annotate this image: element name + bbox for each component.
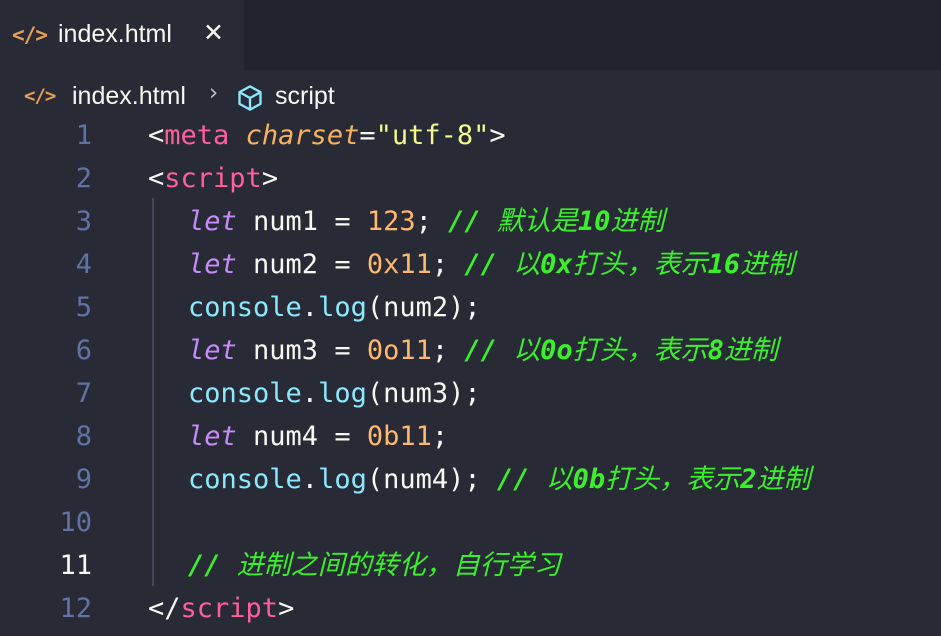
code-text[interactable]: let num1 = 123; // 默认是10进制 <box>188 204 664 240</box>
line-number: 4 <box>75 249 92 280</box>
code-text[interactable]: // 进制之间的转化，自行学习 <box>188 548 561 584</box>
html-file-icon: </> <box>24 85 56 107</box>
code-text[interactable]: <meta charset="utf-8"> <box>148 118 506 154</box>
code-line[interactable]: 3 let num1 = 123; // 默认是10进制 <box>0 201 941 244</box>
line-number: 11 <box>59 550 92 581</box>
code-line[interactable]: 9 console.log(num4); // 以0b打头，表示2进制 <box>0 459 941 502</box>
line-number: 5 <box>75 292 92 323</box>
code-line[interactable]: 10 <box>0 502 941 545</box>
code-text[interactable]: console.log(num3); <box>188 376 481 412</box>
code-line[interactable]: 7 console.log(num3); <box>0 373 941 416</box>
breadcrumb-file[interactable]: index.html <box>72 82 186 111</box>
code-line[interactable]: 2 <script> <box>0 158 941 201</box>
code-line-active[interactable]: 11 // 进制之间的转化，自行学习 <box>0 545 941 588</box>
code-line[interactable]: 8 let num4 = 0b11; <box>0 416 941 459</box>
tab-index-html[interactable]: </> index.html ✕ <box>0 0 244 70</box>
close-icon[interactable]: ✕ <box>203 18 224 47</box>
line-number: 6 <box>75 335 92 366</box>
line-number: 2 <box>75 163 92 194</box>
code-text[interactable]: console.log(num2); <box>188 290 481 326</box>
code-text[interactable]: <script> <box>148 161 278 197</box>
code-line[interactable]: 4 let num2 = 0x11; // 以0x打头，表示16进制 <box>0 244 941 287</box>
code-line[interactable]: 12 </script> <box>0 588 941 631</box>
line-number: 10 <box>59 507 92 538</box>
line-number: 1 <box>75 120 92 151</box>
code-text[interactable]: console.log(num4); // 以0b打头，表示2进制 <box>188 462 810 498</box>
line-number: 8 <box>75 421 92 452</box>
line-number: 3 <box>75 206 92 237</box>
line-number: 7 <box>75 378 92 409</box>
cube-symbol-icon <box>238 85 262 111</box>
line-number: 12 <box>59 593 92 624</box>
code-text[interactable]: </script> <box>148 591 294 627</box>
line-number: 9 <box>75 464 92 495</box>
breadcrumb-separator: › <box>209 80 219 106</box>
html-file-icon: </> <box>12 23 48 47</box>
breadcrumb-symbol[interactable]: script <box>275 82 335 111</box>
tab-label[interactable]: index.html <box>58 20 172 49</box>
code-line[interactable]: 1 <meta charset="utf-8"> <box>0 115 941 158</box>
code-line[interactable]: 5 console.log(num2); <box>0 287 941 330</box>
code-line[interactable]: 6 let num3 = 0o11; // 以0o打头，表示8进制 <box>0 330 941 373</box>
code-text[interactable]: let num2 = 0x11; // 以0x打头，表示16进制 <box>188 247 794 283</box>
tab-bar: </> index.html ✕ <box>0 0 941 70</box>
code-text[interactable]: let num4 = 0b11; <box>188 419 448 455</box>
code-text[interactable]: let num3 = 0o11; // 以0o打头，表示8进制 <box>188 333 778 369</box>
